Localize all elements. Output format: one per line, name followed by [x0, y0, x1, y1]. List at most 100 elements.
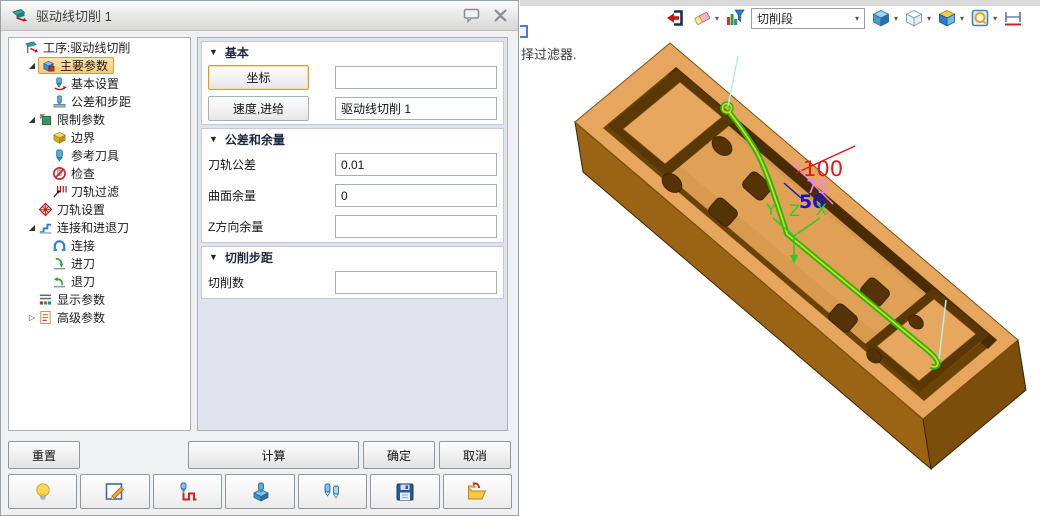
- reset-button[interactable]: 重置: [8, 441, 80, 469]
- group-header[interactable]: ▼基本: [202, 42, 503, 62]
- eraser-tool[interactable]: [691, 7, 713, 29]
- tree-item-主要参数[interactable]: ◢ 主要参数: [9, 56, 190, 74]
- segment-type-dropdown[interactable]: 切削段▾: [751, 8, 865, 29]
- close-icon[interactable]: [493, 9, 508, 22]
- wireframe-cube-icon: [904, 8, 924, 28]
- group-header[interactable]: ▼切削步距: [202, 247, 503, 267]
- z-stock-label: Z方向余量: [208, 218, 263, 235]
- part-3d-view[interactable]: 100 75 50 Y Z X: [520, 0, 1040, 516]
- tree-item-限制参数[interactable]: ◢限制参数: [9, 110, 190, 128]
- param-row-feeds-speeds: 速度,进给: [202, 93, 503, 124]
- tree-item-content[interactable]: 退刀: [52, 273, 98, 290]
- expanded-arrow-icon[interactable]: ◢: [26, 61, 38, 70]
- tree-item-content[interactable]: 连接和进退刀: [38, 219, 132, 236]
- tree-selection-highlight[interactable]: 主要参数: [38, 57, 114, 74]
- feeds-speeds-button[interactable]: 速度,进给: [208, 96, 309, 121]
- expanded-arrow-icon[interactable]: ◢: [26, 223, 38, 232]
- status-prompt-fragment: 择过滤器.: [521, 44, 577, 63]
- collapse-triangle-icon[interactable]: ▼: [209, 47, 218, 57]
- lightbulb-button[interactable]: [8, 474, 77, 509]
- z-stock-input[interactable]: [335, 215, 497, 238]
- wireframe-cube-tool[interactable]: [903, 7, 925, 29]
- tree-item-检查[interactable]: 检查: [9, 164, 190, 182]
- tree-item-content[interactable]: 刀轨设置: [38, 201, 108, 218]
- tree-item-content[interactable]: 显示参数: [38, 291, 108, 308]
- tree-item-工序:驱动线切削[interactable]: 工序:驱动线切削: [9, 38, 190, 56]
- cancel-button[interactable]: 取消: [439, 441, 511, 469]
- save-button[interactable]: [370, 474, 439, 509]
- segment-dropdown-caret[interactable]: ▾: [855, 14, 859, 23]
- tool-display-button[interactable]: [298, 474, 367, 509]
- axis-y-label: Y: [765, 200, 776, 219]
- tree-item-高级参数[interactable]: ▷高级参数: [9, 308, 190, 326]
- tree-item-content[interactable]: 连接: [52, 237, 98, 254]
- shaded-cube-dropdown-caret[interactable]: ▾: [894, 14, 898, 23]
- reference-tool-icon: [52, 148, 67, 163]
- tree-item-基本设置[interactable]: 基本设置: [9, 74, 190, 92]
- ok-button[interactable]: 确定: [363, 441, 435, 469]
- tree-item-连接[interactable]: 连接: [9, 236, 190, 254]
- operation-icon: [24, 40, 39, 55]
- tree-item-参考刀具[interactable]: 参考刀具: [9, 146, 190, 164]
- parameter-tree: 工序:驱动线切削◢主要参数基本设置公差和步距◢限制参数边界参考刀具检查刀轨过滤刀…: [8, 37, 191, 431]
- coordinates-input[interactable]: [335, 66, 497, 89]
- wireframe-cube-dropdown-caret[interactable]: ▾: [927, 14, 931, 23]
- axis-z-label: Z: [789, 201, 800, 220]
- verify-toolpath-button[interactable]: [153, 474, 222, 509]
- tree-item-content[interactable]: 检查: [52, 165, 98, 182]
- locate-dropdown-caret[interactable]: ▾: [993, 14, 997, 23]
- tree-item-content[interactable]: 限制参数: [38, 111, 108, 128]
- tree-item-刀轨过滤[interactable]: 刀轨过滤: [9, 182, 190, 200]
- tree-item-content[interactable]: 高级参数: [38, 309, 108, 326]
- tree-item-显示参数[interactable]: 显示参数: [9, 290, 190, 308]
- tree-item-content[interactable]: 公差和步距: [52, 93, 134, 110]
- collapse-triangle-icon[interactable]: ▼: [209, 252, 218, 262]
- edit-display-button[interactable]: [80, 474, 149, 509]
- tree-item-label: 主要参数: [57, 57, 111, 74]
- tree-item-公差和步距[interactable]: 公差和步距: [9, 92, 190, 110]
- tree-item-退刀[interactable]: 退刀: [9, 272, 190, 290]
- tree-item-content[interactable]: 进刀: [52, 255, 98, 272]
- param-row-cut-count: 切削数: [202, 267, 503, 298]
- tree-item-进刀[interactable]: 进刀: [9, 254, 190, 272]
- path-tolerance-input[interactable]: [335, 153, 497, 176]
- tree-item-刀轨设置[interactable]: 刀轨设置: [9, 200, 190, 218]
- collapse-triangle-icon[interactable]: ▼: [209, 134, 218, 144]
- coordinates-button[interactable]: 坐标: [208, 65, 309, 90]
- load-button[interactable]: [443, 474, 512, 509]
- cut-count-input[interactable]: [335, 271, 497, 294]
- tree-item-content[interactable]: 参考刀具: [52, 147, 122, 164]
- screen: 驱动线切削 1 工序:驱动线切削◢主要参数基本设置公差和步距◢限制参数边界参考刀…: [0, 0, 1040, 516]
- feeds-speeds-input[interactable]: [335, 97, 497, 120]
- collapsed-arrow-icon[interactable]: ▷: [26, 313, 38, 322]
- group-header[interactable]: ▼公差和余量: [202, 129, 503, 149]
- section-cube-tool[interactable]: [936, 7, 958, 29]
- section-cube-dropdown-caret[interactable]: ▾: [960, 14, 964, 23]
- tree-item-content[interactable]: 边界: [52, 129, 98, 146]
- tree-item-content[interactable]: 工序:驱动线切削: [24, 39, 133, 56]
- simulate-3d-button[interactable]: [225, 474, 294, 509]
- calculate-button[interactable]: 计算: [188, 441, 359, 469]
- color-filter-tool[interactable]: [724, 7, 746, 29]
- parameter-panel: ▼基本坐标速度,进给▼公差和余量刀轨公差曲面余量Z方向余量▼切削步距切削数: [197, 37, 508, 431]
- engage-icon: [52, 256, 67, 271]
- basic-settings-icon: [52, 76, 67, 91]
- dialog-titlebar[interactable]: 驱动线切削 1: [1, 1, 518, 31]
- comment-icon[interactable]: [463, 8, 481, 23]
- toolpath-settings-icon: [38, 202, 53, 217]
- measure-tool[interactable]: [1002, 7, 1024, 29]
- tree-item-连接和进退刀[interactable]: ◢连接和进退刀: [9, 218, 190, 236]
- tree-item-content[interactable]: 基本设置: [52, 75, 122, 92]
- finish-tool[interactable]: [664, 7, 686, 29]
- surface-stock-input[interactable]: [335, 184, 497, 207]
- eraser-dropdown-caret[interactable]: ▾: [715, 14, 719, 23]
- graphics-viewport[interactable]: 100 75 50 Y Z X 择过滤器. ▾切削段▾▾▾▾▾: [520, 0, 1040, 516]
- dialog-footer: 重置 计算确定取消: [8, 441, 512, 469]
- tree-item-content[interactable]: 刀轨过滤: [52, 183, 122, 200]
- tree-item-边界[interactable]: 边界: [9, 128, 190, 146]
- expanded-arrow-icon[interactable]: ◢: [26, 115, 38, 124]
- tree-item-label: 边界: [68, 129, 98, 146]
- shaded-cube-tool[interactable]: [870, 7, 892, 29]
- locate-tool[interactable]: [969, 7, 991, 29]
- view-toolbar: ▾切削段▾▾▾▾▾: [664, 7, 1024, 29]
